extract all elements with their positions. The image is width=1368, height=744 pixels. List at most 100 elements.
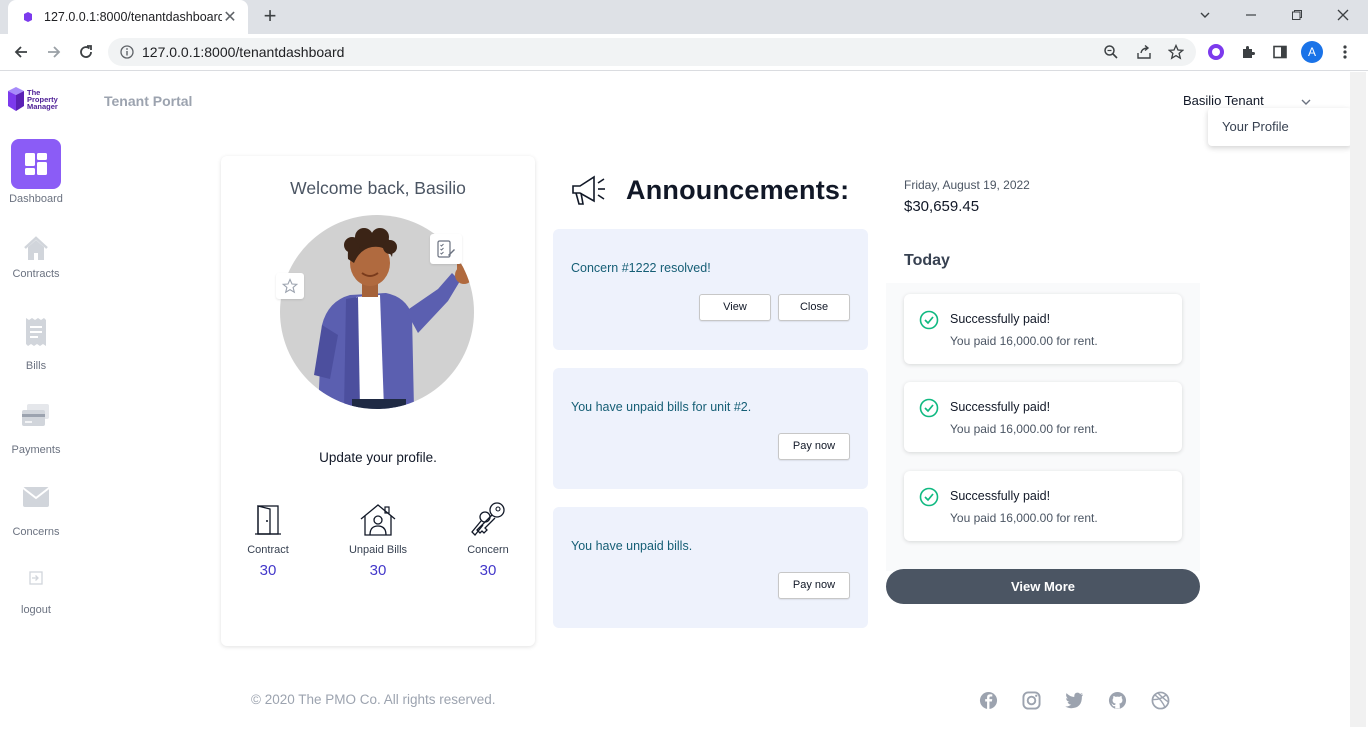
notification-body: You paid 16,000.00 for rent. <box>950 422 1098 436</box>
share-icon[interactable] <box>1135 43 1153 61</box>
close-button[interactable]: Close <box>778 294 850 321</box>
instagram-icon[interactable] <box>1021 690 1041 710</box>
facebook-icon[interactable] <box>978 690 998 710</box>
reload-icon[interactable] <box>74 40 98 64</box>
sidebar-item-label: Concerns <box>12 526 60 538</box>
logout-icon <box>0 569 72 587</box>
sidebar-item-label: Contracts <box>12 268 60 280</box>
announcement-message: Concern #1222 resolved! <box>571 261 711 275</box>
new-tab-button[interactable]: + <box>258 4 282 28</box>
bookmark-star-icon[interactable] <box>1167 43 1185 61</box>
twitter-icon[interactable] <box>1064 690 1084 710</box>
stat-concern[interactable]: Concern 30 <box>438 502 538 579</box>
stat-contract[interactable]: Contract 30 <box>218 502 318 579</box>
notification-title: Successfully paid! <box>950 489 1051 503</box>
notification-title: Successfully paid! <box>950 400 1051 414</box>
stat-value: 30 <box>369 562 387 579</box>
announcements-header: Announcements: <box>570 174 849 206</box>
minimize-button[interactable] <box>1228 0 1274 30</box>
megaphone-icon <box>572 175 605 205</box>
side-panel-icon[interactable] <box>1270 42 1290 62</box>
mail-icon <box>0 482 72 512</box>
notification-item[interactable]: Successfully paid! You paid 16,000.00 fo… <box>904 294 1182 364</box>
browser-tabbar: 127.0.0.1:8000/tenantdashboard ✕ + <box>0 0 1368 34</box>
view-more-button[interactable]: View More <box>886 569 1200 604</box>
browser-toolbar: 127.0.0.1:8000/tenantdashboard A <box>0 34 1368 71</box>
check-circle-icon <box>919 310 939 330</box>
browser-profile-avatar[interactable]: A <box>1301 41 1323 63</box>
profile-card: Welcome back, Basilio Update your profil… <box>221 156 535 646</box>
card-icon <box>0 400 72 430</box>
announcement-card: Concern #1222 resolved! View Close <box>553 229 868 350</box>
back-icon[interactable] <box>9 40 33 64</box>
checklist-edit-icon <box>430 234 462 264</box>
pay-now-button[interactable]: Pay now <box>778 572 850 599</box>
keys-icon <box>438 502 538 538</box>
sidebar-item-label: logout <box>21 604 51 616</box>
forward-icon[interactable] <box>42 40 66 64</box>
receipt-icon <box>0 316 72 348</box>
home-icon <box>0 234 72 264</box>
balance-amount: $30,659.45 <box>904 198 980 215</box>
announcement-message: You have unpaid bills. <box>571 539 693 553</box>
announcement-message: You have unpaid bills for unit #2. <box>571 400 752 414</box>
browser-menu-icon[interactable] <box>1335 42 1355 62</box>
sidebar-item-logout[interactable]: logout <box>0 569 72 616</box>
footer-copyright: © 2020 The PMO Co. All rights reserved. <box>251 692 496 707</box>
today-heading: Today <box>904 252 950 269</box>
stat-label: Contract <box>247 544 289 556</box>
stat-value: 30 <box>259 562 277 579</box>
address-bar[interactable]: 127.0.0.1:8000/tenantdashboard <box>108 38 1196 66</box>
welcome-heading: Welcome back, Basilio <box>290 178 466 198</box>
tab-close-icon[interactable]: ✕ <box>222 7 238 27</box>
update-profile-link[interactable]: Update your profile. <box>221 450 535 465</box>
tab-title: 127.0.0.1:8000/tenantdashboard <box>44 10 222 24</box>
extensions-puzzle-icon[interactable] <box>1238 42 1258 62</box>
check-circle-icon <box>919 487 939 507</box>
notification-item[interactable]: Successfully paid! You paid 16,000.00 fo… <box>904 471 1182 541</box>
logo-text: The Property Manager <box>27 88 58 111</box>
sidebar: The Property Manager Dashboard Contracts… <box>0 72 72 744</box>
favicon-icon <box>24 12 32 22</box>
star-icon <box>276 273 304 299</box>
user-menu-button[interactable]: Basilio Tenant <box>1183 93 1264 108</box>
stat-unpaid-bills[interactable]: Unpaid Bills 30 <box>328 502 428 579</box>
info-icon[interactable] <box>120 45 134 59</box>
sidebar-item-label: Payments <box>11 444 61 456</box>
door-icon <box>218 502 318 538</box>
logo-text-line: Manager <box>27 101 58 111</box>
notification-title: Successfully paid! <box>950 312 1051 326</box>
dashboard-icon <box>11 139 61 189</box>
announcement-card: You have unpaid bills. Pay now <box>553 507 868 628</box>
sidebar-item-dashboard[interactable]: Dashboard <box>0 139 72 205</box>
your-profile-menu-item[interactable]: Your Profile <box>1222 119 1289 134</box>
notification-item[interactable]: Successfully paid! You paid 16,000.00 fo… <box>904 382 1182 452</box>
sidebar-item-concerns[interactable]: Concerns <box>0 482 72 538</box>
page: The Property Manager Dashboard Contracts… <box>0 72 1368 744</box>
page-scrollbar[interactable] <box>1350 72 1366 727</box>
zoom-icon[interactable] <box>1102 43 1120 61</box>
sidebar-item-label: Dashboard <box>9 193 63 205</box>
portal-title: Tenant Portal <box>104 93 193 109</box>
sidebar-item-contracts[interactable]: Contracts <box>0 234 72 280</box>
stat-label: Concern <box>467 544 509 556</box>
sidebar-item-payments[interactable]: Payments <box>0 400 72 456</box>
app-logo[interactable]: The Property Manager <box>7 86 58 112</box>
extension-circle-icon[interactable] <box>1206 42 1226 62</box>
check-circle-icon <box>919 398 939 418</box>
view-button[interactable]: View <box>699 294 771 321</box>
announcements-title: Announcements: <box>626 174 850 205</box>
url-text: 127.0.0.1:8000/tenantdashboard <box>142 44 345 60</box>
dribbble-icon[interactable] <box>1150 690 1170 710</box>
github-icon[interactable] <box>1107 690 1127 710</box>
logo-cube-icon <box>8 87 24 111</box>
sidebar-item-label: Bills <box>25 360 47 372</box>
user-dropdown-menu: Your Profile <box>1208 108 1352 146</box>
notification-body: You paid 16,000.00 for rent. <box>950 511 1098 525</box>
tab-search-icon[interactable] <box>1182 0 1228 30</box>
sidebar-item-bills[interactable]: Bills <box>0 316 72 372</box>
pay-now-button[interactable]: Pay now <box>778 433 850 460</box>
restore-button[interactable] <box>1274 0 1320 30</box>
close-window-button[interactable] <box>1320 0 1366 30</box>
browser-tab[interactable]: 127.0.0.1:8000/tenantdashboard ✕ <box>8 0 248 34</box>
